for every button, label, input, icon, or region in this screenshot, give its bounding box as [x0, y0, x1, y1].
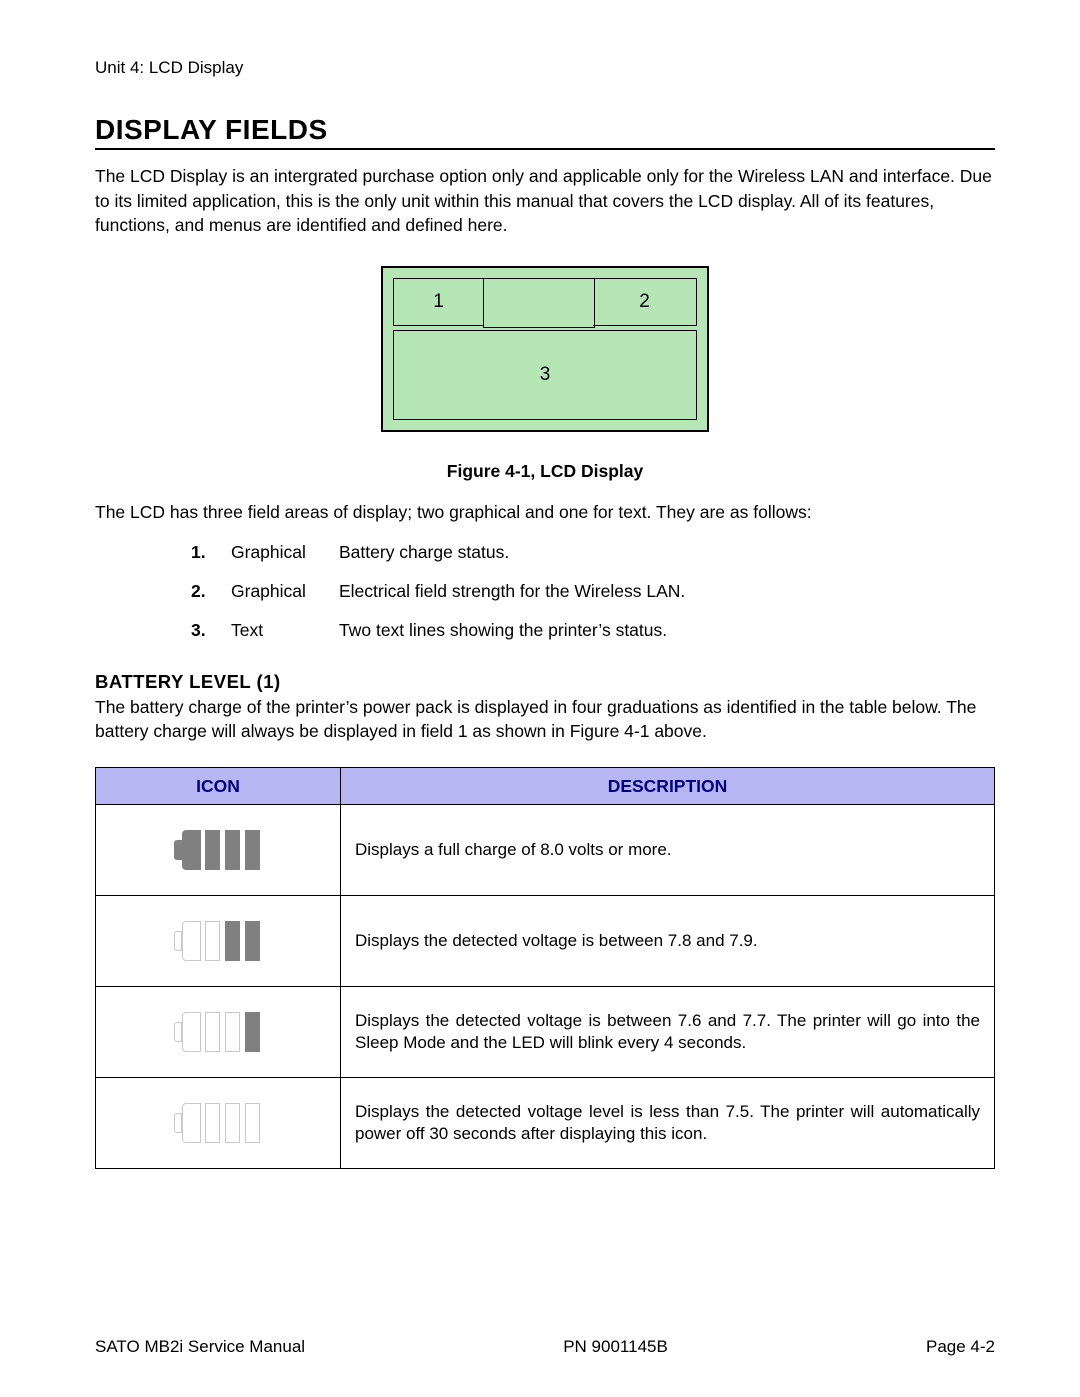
lcd-diagram-wrap: 1 2 3: [95, 266, 995, 437]
battery-1of3-icon: [174, 1012, 262, 1052]
field-row-1: 1. Graphical Battery charge status.: [191, 542, 995, 563]
lcd-diagram: 1 2 3: [381, 266, 709, 432]
battery-table: ICON DESCRIPTION Displays a full charge …: [95, 767, 995, 1169]
battery-2of3-icon: [174, 921, 262, 961]
page: Unit 4: LCD Display DISPLAY FIELDS The L…: [0, 0, 1080, 1397]
section-title: DISPLAY FIELDS: [95, 114, 995, 150]
table-row: Displays the detected voltage level is l…: [96, 1078, 995, 1169]
fields-intro: The LCD has three field areas of display…: [95, 500, 995, 525]
intro-paragraph: The LCD Display is an intergrated purcha…: [95, 164, 995, 238]
footer-manual: SATO MB2i Service Manual: [95, 1337, 305, 1357]
unit-header: Unit 4: LCD Display: [95, 58, 995, 78]
field-num: 1.: [191, 542, 231, 563]
desc-cell: Displays the detected voltage is between…: [341, 987, 995, 1078]
field-row-3: 3. Text Two text lines showing the print…: [191, 620, 995, 641]
field-list: 1. Graphical Battery charge status. 2. G…: [191, 542, 995, 641]
figure-caption: Figure 4-1, LCD Display: [95, 461, 995, 482]
desc-cell: Displays the detected voltage level is l…: [341, 1078, 995, 1169]
desc-cell: Displays the detected voltage is between…: [341, 896, 995, 987]
footer-page: Page 4-2: [926, 1337, 995, 1357]
icon-cell: [96, 805, 341, 896]
field-desc: Two text lines showing the printer’s sta…: [339, 620, 995, 641]
lcd-cell-2: 2: [593, 278, 697, 326]
table-row: Displays a full charge of 8.0 volts or m…: [96, 805, 995, 896]
desc-cell: Displays a full charge of 8.0 volts or m…: [341, 805, 995, 896]
lcd-cell-1: 1: [393, 278, 483, 326]
lcd-cell-3: 3: [393, 330, 697, 420]
th-icon: ICON: [96, 768, 341, 805]
page-footer: SATO MB2i Service Manual PN 9001145B Pag…: [95, 1337, 995, 1357]
footer-pn: PN 9001145B: [305, 1337, 926, 1357]
lcd-cell-mid: [483, 278, 595, 328]
battery-empty-icon: [174, 1103, 262, 1143]
field-num: 2.: [191, 581, 231, 602]
icon-cell: [96, 896, 341, 987]
th-desc: DESCRIPTION: [341, 768, 995, 805]
icon-cell: [96, 1078, 341, 1169]
field-row-2: 2. Graphical Electrical field strength f…: [191, 581, 995, 602]
icon-cell: [96, 987, 341, 1078]
field-kind: Graphical: [231, 542, 339, 563]
table-row: Displays the detected voltage is between…: [96, 987, 995, 1078]
battery-section-title: BATTERY LEVEL (1): [95, 671, 995, 693]
field-kind: Graphical: [231, 581, 339, 602]
battery-intro: The battery charge of the printer’s powe…: [95, 695, 995, 743]
field-kind: Text: [231, 620, 339, 641]
field-num: 3.: [191, 620, 231, 641]
battery-full-icon: [174, 830, 262, 870]
field-desc: Battery charge status.: [339, 542, 995, 563]
field-desc: Electrical field strength for the Wirele…: [339, 581, 995, 602]
table-row: Displays the detected voltage is between…: [96, 896, 995, 987]
